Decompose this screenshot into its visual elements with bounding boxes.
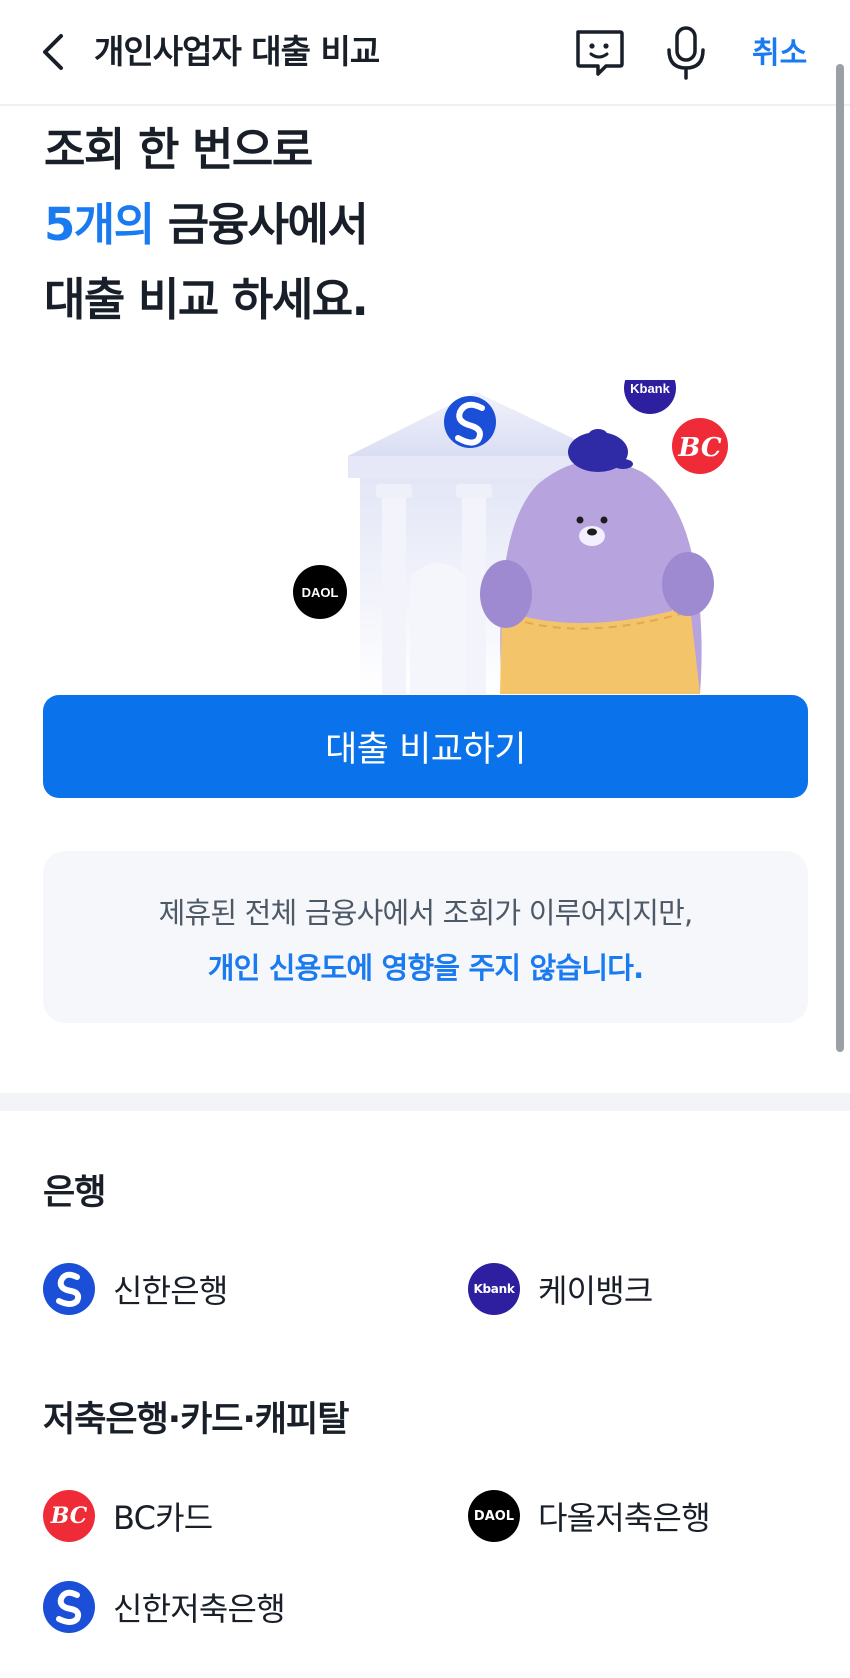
compare-loans-button[interactable]: 대출 비교하기 bbox=[43, 695, 808, 798]
credit-score-notice: 제휴된 전체 금융사에서 조회가 이루어지지만, 개인 신용도에 영향을 주지 … bbox=[43, 851, 808, 1023]
lender-item-daol-savings-bank: DAOL 다올저축은행 bbox=[468, 1489, 711, 1543]
lender-name: 케이뱅크 bbox=[538, 1272, 653, 1310]
back-button[interactable] bbox=[34, 30, 74, 74]
top-app-bar: 개인사업자 대출 비교 취소 bbox=[0, 0, 850, 106]
section-divider bbox=[0, 1093, 850, 1111]
shinhan-logo bbox=[444, 396, 496, 448]
chat-face-icon bbox=[576, 30, 624, 76]
cancel-button[interactable]: 취소 bbox=[752, 32, 807, 76]
chat-button[interactable] bbox=[572, 26, 626, 80]
notice-highlight: 개인 신용도에 영향을 주지 않습니다. bbox=[207, 951, 644, 985]
lender-item-shinhan-savings-bank: 신한저축은행 bbox=[43, 1580, 286, 1634]
shinhan-logo-icon bbox=[43, 1581, 95, 1633]
microphone-icon bbox=[667, 26, 705, 80]
kbank-badge: Kbank bbox=[624, 362, 676, 414]
hero-headline: 조회 한 번으로 5개의 금융사에서 대출 비교 하세요. bbox=[44, 112, 369, 337]
bc-badge: BC bbox=[672, 418, 728, 474]
voice-search-button[interactable] bbox=[660, 24, 712, 82]
shinhan-logo-icon bbox=[43, 1263, 95, 1315]
lender-item-bc-card: BC BC카드 bbox=[43, 1489, 213, 1543]
lender-name: BC카드 bbox=[113, 1499, 213, 1537]
notice-text: 제휴된 전체 금융사에서 조회가 이루어지지만, bbox=[158, 896, 694, 930]
hero-line-2: 5개의 금융사에서 bbox=[44, 187, 369, 262]
svg-text:BC: BC bbox=[677, 433, 721, 463]
lender-name: 다올저축은행 bbox=[538, 1499, 711, 1537]
svg-text:DAOL: DAOL bbox=[302, 585, 339, 600]
back-chevron-icon bbox=[43, 34, 63, 70]
lender-item-kbank: Kbank 케이뱅크 bbox=[468, 1262, 653, 1316]
bc-card-logo-icon: BC bbox=[43, 1490, 95, 1542]
page-title: 개인사업자 대출 비교 bbox=[94, 32, 380, 71]
hero-highlight: 5개의 bbox=[44, 198, 155, 251]
svg-text:Kbank: Kbank bbox=[630, 381, 671, 396]
savings-card-capital-section-title: 저축은행·카드·캐피탈 bbox=[43, 1400, 349, 1440]
hero-line-1: 조회 한 번으로 bbox=[44, 123, 313, 176]
scrollbar[interactable] bbox=[836, 64, 844, 1052]
lender-item-shinhan-bank: 신한은행 bbox=[43, 1262, 228, 1316]
daol-badge: DAOL bbox=[293, 565, 347, 619]
lender-name: 신한은행 bbox=[113, 1272, 228, 1310]
hero-line-2-rest: 금융사에서 bbox=[153, 198, 369, 251]
hero-illustration: Kbank BC DAOL bbox=[280, 362, 800, 694]
lender-name: 신한저축은행 bbox=[113, 1590, 286, 1628]
hero-line-3: 대출 비교 하세요. bbox=[44, 273, 369, 326]
banks-section-title: 은행 bbox=[43, 1173, 106, 1213]
daol-logo-icon: DAOL bbox=[468, 1490, 520, 1542]
kbank-logo-icon: Kbank bbox=[468, 1263, 520, 1315]
